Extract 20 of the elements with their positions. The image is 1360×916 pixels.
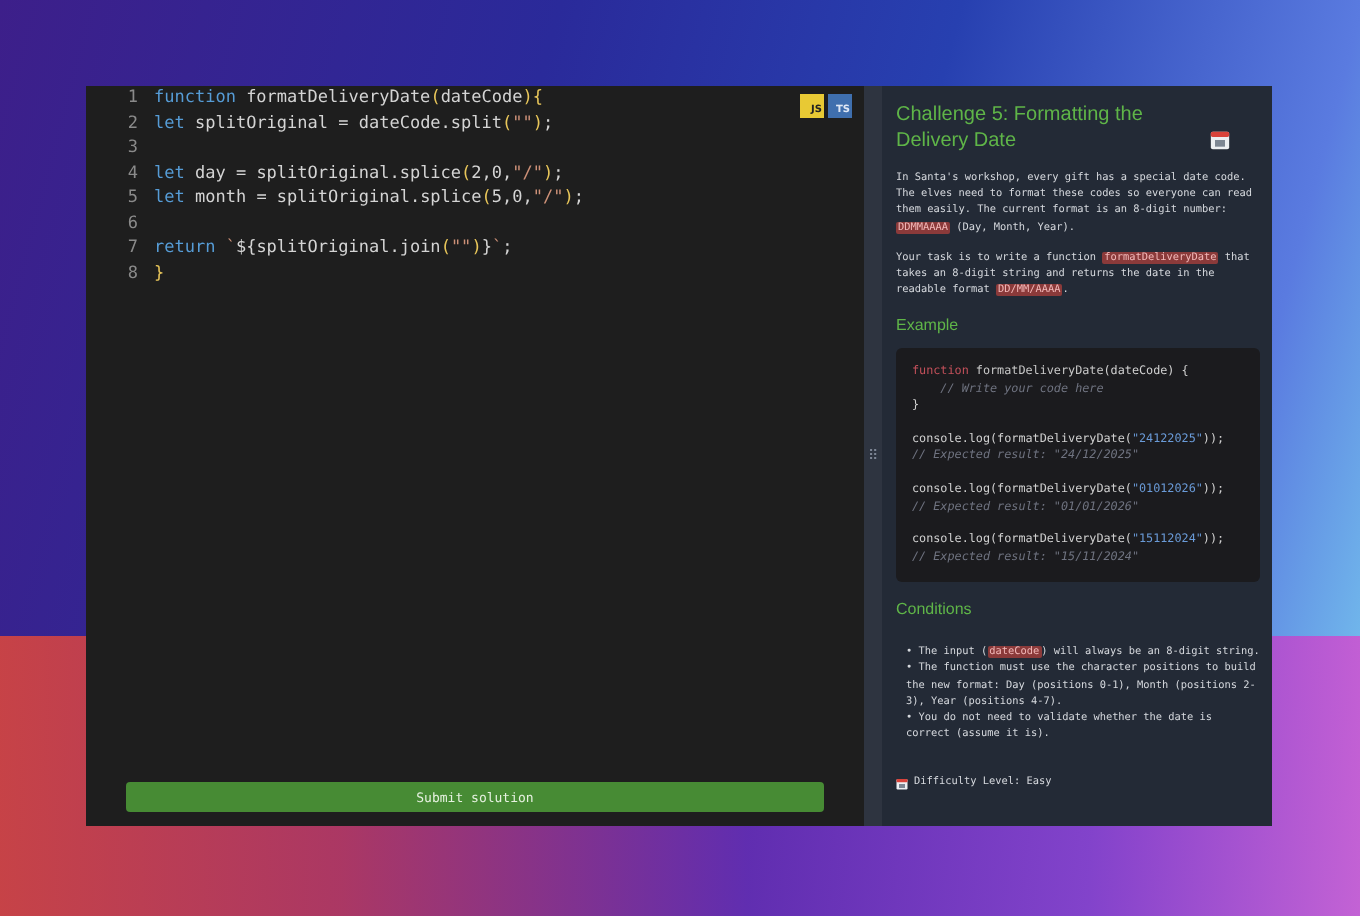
code-line: } (154, 263, 165, 284)
line-number: 8 (125, 263, 140, 284)
line-number: 1 (125, 88, 140, 109)
code-editor[interactable] (86, 86, 864, 826)
code-line: function formatDeliveryDate(dateCode){ (154, 88, 544, 109)
code-line: let splitOriginal = dateCode.split(""); (154, 113, 554, 134)
challenge-title: Challenge 5: Formatting the Delivery Date (896, 102, 1145, 154)
line-number: 5 (125, 188, 140, 209)
line-number: 3 (125, 138, 140, 159)
calendar-icon (1210, 130, 1230, 150)
line-number: 6 (125, 213, 140, 234)
line-number: 4 (125, 163, 140, 184)
code-line: let day = splitOriginal.splice(2,0,"/"); (154, 163, 564, 184)
calendar-icon (896, 777, 908, 790)
code-line: return `${splitOriginal.join("")}`; (154, 238, 513, 259)
line-number: 7 (125, 238, 140, 259)
section-heading: Example (896, 316, 961, 337)
section-heading: Conditions (896, 600, 974, 621)
code-line: let month = splitOriginal.splice(5,0,"/"); (154, 188, 584, 209)
line-number: 2 (125, 113, 140, 134)
